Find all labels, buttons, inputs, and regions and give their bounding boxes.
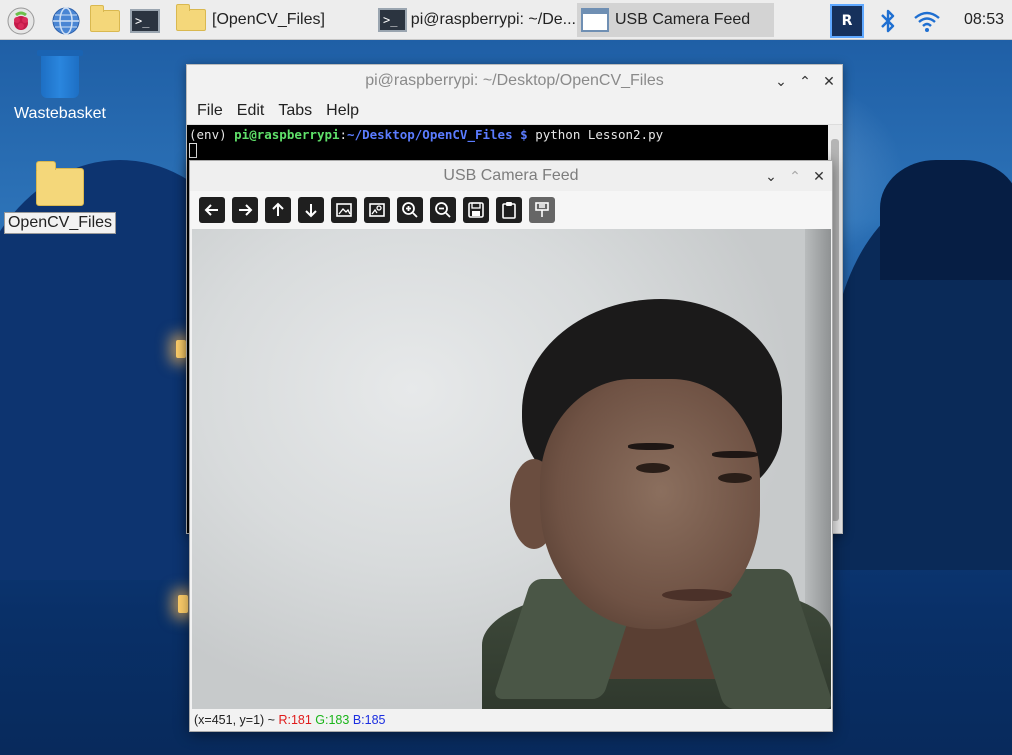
menu-edit[interactable]: Edit bbox=[237, 102, 265, 120]
arrow-right-icon bbox=[239, 204, 253, 216]
desktop-item-label: OpenCV_Files bbox=[3, 212, 117, 234]
camera-title: USB Camera Feed bbox=[443, 167, 579, 184]
zoom-out-button[interactable] bbox=[430, 197, 456, 223]
window-controls: ⌄ ⌃ ✕ bbox=[764, 161, 826, 191]
pan-down-button[interactable] bbox=[298, 197, 324, 223]
close-icon[interactable]: ✕ bbox=[812, 168, 826, 185]
save-icon bbox=[468, 202, 484, 218]
clipboard-icon bbox=[502, 202, 516, 219]
taskbar-task-file-manager[interactable]: [OpenCV_Files] bbox=[172, 3, 372, 37]
maximize-icon[interactable]: ⌃ bbox=[798, 73, 812, 90]
menu-help[interactable]: Help bbox=[326, 102, 359, 120]
status-coordinates: (x=451, y=1) ~ bbox=[194, 713, 279, 727]
prompt-path: ~/Desktop/OpenCV_Files $ bbox=[347, 127, 528, 142]
camera-window: USB Camera Feed ⌄ ⌃ ✕ (x=451, y=1) ~ R:1… bbox=[189, 160, 833, 732]
minimize-icon[interactable]: ⌄ bbox=[774, 73, 788, 90]
pan-right-button[interactable] bbox=[232, 197, 258, 223]
taskbar: >_ [OpenCV_Files] >_ pi@raspberrypi: ~/D… bbox=[0, 0, 1012, 40]
wallpaper-trees bbox=[880, 160, 1012, 280]
minimize-icon[interactable]: ⌄ bbox=[764, 168, 778, 185]
camera-toolbar bbox=[190, 191, 832, 229]
zoom-in-icon bbox=[402, 202, 418, 218]
image-settings-icon bbox=[369, 203, 385, 217]
terminal-icon: >_ bbox=[378, 8, 407, 32]
menu-file[interactable]: File bbox=[197, 102, 223, 120]
terminal-title: pi@raspberrypi: ~/Desktop/OpenCV_Files bbox=[365, 72, 664, 89]
folder-icon bbox=[36, 161, 84, 206]
terminal-titlebar[interactable]: pi@raspberrypi: ~/Desktop/OpenCV_Files ⌄… bbox=[187, 65, 842, 97]
feed-subject-mouth bbox=[662, 589, 732, 601]
feed-subject-eye bbox=[636, 463, 670, 473]
terminal-launcher-icon[interactable]: >_ bbox=[130, 6, 160, 36]
feed-subject-brow bbox=[712, 451, 758, 458]
prompt-env: (env) bbox=[189, 127, 235, 142]
prompt-user: pi@raspberrypi bbox=[234, 127, 340, 142]
camera-titlebar[interactable]: USB Camera Feed ⌄ ⌃ ✕ bbox=[190, 161, 832, 191]
close-icon[interactable]: ✕ bbox=[822, 73, 836, 90]
zoom-original-button[interactable] bbox=[364, 197, 390, 223]
taskbar-task-label: USB Camera Feed bbox=[615, 11, 751, 28]
save-image-button[interactable] bbox=[463, 197, 489, 223]
properties-button[interactable] bbox=[529, 197, 555, 223]
menu-tabs[interactable]: Tabs bbox=[278, 102, 312, 120]
web-browser-icon[interactable] bbox=[51, 6, 81, 36]
desktop-item-opencv-files[interactable]: OpenCV_Files bbox=[3, 161, 117, 234]
raspberry-menu-icon[interactable] bbox=[6, 6, 36, 36]
window-icon bbox=[581, 8, 609, 32]
arrow-up-icon bbox=[272, 202, 284, 216]
copy-clipboard-button[interactable] bbox=[496, 197, 522, 223]
file-manager-icon[interactable] bbox=[90, 5, 120, 36]
camera-statusbar: (x=451, y=1) ~ R:181 G:183 B:185 bbox=[194, 713, 386, 727]
vnc-icon[interactable]: R bbox=[830, 4, 864, 38]
prompt-separator: : bbox=[339, 127, 348, 142]
arrow-down-icon bbox=[305, 204, 317, 218]
bluetooth-icon[interactable] bbox=[873, 6, 903, 36]
terminal-command: python Lesson2.py bbox=[527, 127, 664, 142]
folder-icon bbox=[176, 4, 206, 31]
zoom-fit-button[interactable] bbox=[331, 197, 357, 223]
wastebasket-icon bbox=[37, 50, 83, 98]
folder-icon bbox=[90, 5, 120, 32]
wifi-icon[interactable] bbox=[912, 6, 942, 36]
status-red-value: R:181 bbox=[278, 713, 312, 727]
status-blue-value: B:185 bbox=[352, 713, 386, 727]
pan-up-button[interactable] bbox=[265, 197, 291, 223]
window-controls: ⌄ ⌃ ✕ bbox=[774, 65, 836, 97]
desktop-item-label: Wastebasket bbox=[14, 105, 106, 122]
feed-subject-brow bbox=[628, 443, 674, 450]
taskbar-task-label: [OpenCV_Files] bbox=[212, 11, 325, 28]
wallpaper-lantern bbox=[176, 340, 186, 358]
terminal-icon: >_ bbox=[130, 9, 160, 33]
taskbar-task-terminal[interactable]: >_ pi@raspberrypi: ~/De... bbox=[374, 3, 576, 37]
taskbar-clock[interactable]: 08:53 bbox=[964, 11, 1004, 29]
terminal-cursor bbox=[189, 143, 197, 158]
zoom-in-button[interactable] bbox=[397, 197, 423, 223]
camera-feed-image[interactable] bbox=[192, 229, 831, 709]
arrow-left-icon bbox=[204, 204, 218, 216]
desktop-item-wastebasket[interactable]: Wastebasket bbox=[10, 50, 110, 124]
maximize-icon[interactable]: ⌃ bbox=[788, 168, 802, 185]
pan-left-button[interactable] bbox=[199, 197, 225, 223]
taskbar-task-label: pi@raspberrypi: ~/De... bbox=[410, 11, 576, 28]
properties-icon bbox=[535, 202, 549, 217]
image-icon bbox=[336, 203, 352, 217]
feed-subject-eye bbox=[718, 473, 752, 483]
wallpaper-lantern bbox=[178, 595, 188, 613]
taskbar-task-camera-feed[interactable]: USB Camera Feed bbox=[577, 3, 774, 37]
terminal-menubar: File Edit Tabs Help bbox=[187, 97, 842, 125]
zoom-out-icon bbox=[435, 202, 451, 218]
status-green-value: G:183 bbox=[315, 713, 350, 727]
